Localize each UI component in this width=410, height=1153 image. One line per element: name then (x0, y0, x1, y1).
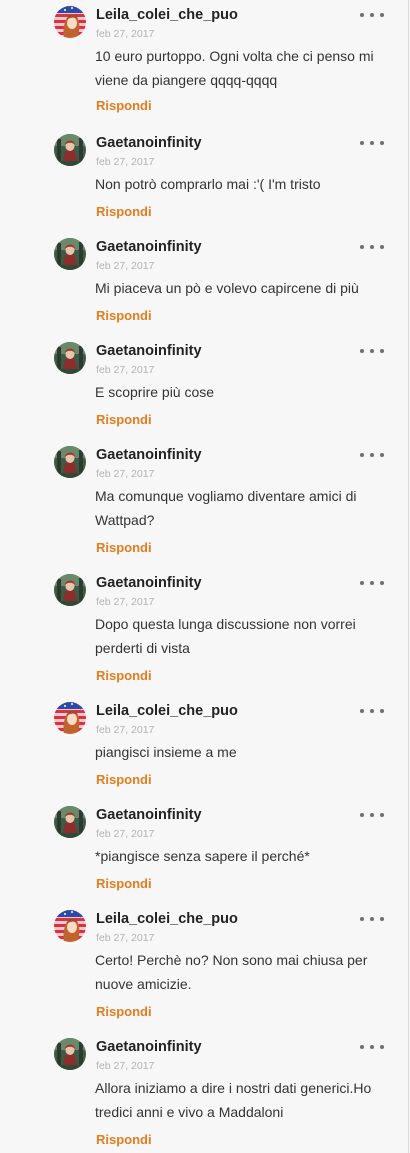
more-options-icon[interactable] (360, 136, 384, 150)
avatar[interactable] (54, 806, 86, 838)
username[interactable]: Gaetanoinfinity (96, 1038, 202, 1056)
more-options-icon[interactable] (360, 240, 384, 254)
comment-text: Dopo questa lunga discussione non vorrei… (95, 616, 356, 656)
reply-button[interactable]: Rispondi (96, 1131, 152, 1149)
comment-date: feb 27, 2017 (96, 596, 155, 608)
comment-text: Ma comunque vogliamo diventare amici di … (95, 488, 357, 528)
comment-text: *piangisce senza sapere il perché* (95, 848, 310, 864)
comment-date: feb 27, 2017 (96, 28, 155, 40)
reply-button[interactable]: Rispondi (96, 667, 152, 685)
reply-button[interactable]: Rispondi (96, 1003, 152, 1021)
username[interactable]: Gaetanoinfinity (96, 342, 202, 360)
comment-text: Mi piaceva un pò e volevo capircene di p… (95, 280, 359, 296)
avatar[interactable] (54, 6, 86, 38)
reply-button[interactable]: Rispondi (96, 97, 152, 115)
comment-date: feb 27, 2017 (96, 932, 155, 944)
comment-text: piangisci insieme a me (95, 744, 237, 760)
comment-text: Allora iniziamo a dire i nostri dati gen… (95, 1080, 372, 1120)
avatar[interactable] (54, 574, 86, 606)
more-options-icon[interactable] (360, 448, 384, 462)
comment-text: Non potrò comprarlo mai :'( I'm tristo (95, 176, 321, 192)
reply-button[interactable]: Rispondi (96, 203, 152, 221)
reply-button[interactable]: Rispondi (96, 307, 152, 325)
username[interactable]: Leila_colei_che_puo (96, 702, 238, 720)
avatar[interactable] (54, 1038, 86, 1070)
comment-date: feb 27, 2017 (96, 156, 155, 168)
more-options-icon[interactable] (360, 1040, 384, 1054)
avatar[interactable] (54, 238, 86, 270)
avatar[interactable] (54, 702, 86, 734)
avatar[interactable] (54, 910, 86, 942)
comment-date: feb 27, 2017 (96, 724, 155, 736)
reply-button[interactable]: Rispondi (96, 771, 152, 789)
more-options-icon[interactable] (360, 912, 384, 926)
more-options-icon[interactable] (360, 344, 384, 358)
username[interactable]: Gaetanoinfinity (96, 238, 202, 256)
avatar[interactable] (54, 342, 86, 374)
comment-date: feb 27, 2017 (96, 364, 155, 376)
username[interactable]: Gaetanoinfinity (96, 574, 202, 592)
username[interactable]: Gaetanoinfinity (96, 806, 202, 824)
avatar[interactable] (54, 134, 86, 166)
comment-text: 10 euro purtoppo. Ogni volta che ci pens… (95, 48, 374, 88)
avatar[interactable] (54, 446, 86, 478)
username[interactable]: Leila_colei_che_puo (96, 910, 238, 928)
right-border (408, 0, 409, 1153)
username[interactable]: Gaetanoinfinity (96, 446, 202, 464)
reply-button[interactable]: Rispondi (96, 875, 152, 893)
reply-button[interactable]: Rispondi (96, 411, 152, 429)
comment-date: feb 27, 2017 (96, 1060, 155, 1072)
comment-text: E scoprire più cose (95, 384, 215, 400)
more-options-icon[interactable] (360, 576, 384, 590)
more-options-icon[interactable] (360, 704, 384, 718)
username[interactable]: Gaetanoinfinity (96, 134, 202, 152)
comment-date: feb 27, 2017 (96, 828, 155, 840)
comment-date: feb 27, 2017 (96, 260, 155, 272)
comment-text: Certo! Perchè no? Non sono mai chiusa pe… (95, 952, 368, 992)
more-options-icon[interactable] (360, 8, 384, 22)
comment-date: feb 27, 2017 (96, 468, 155, 480)
more-options-icon[interactable] (360, 808, 384, 822)
reply-button[interactable]: Rispondi (96, 539, 152, 557)
username[interactable]: Leila_colei_che_puo (96, 6, 238, 24)
